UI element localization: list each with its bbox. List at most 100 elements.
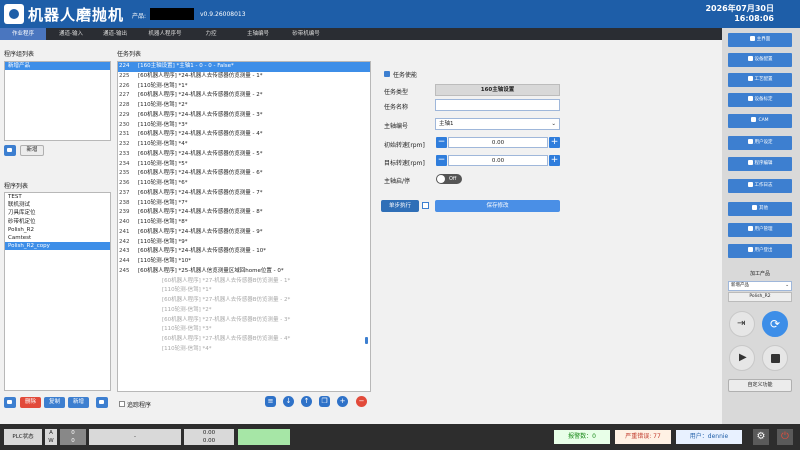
tab-job-program[interactable]: 作业程序 — [0, 28, 46, 40]
critical-error-badge[interactable]: 严重错误: 77 — [615, 430, 671, 444]
list-item[interactable]: TEST — [5, 193, 110, 201]
custom-function-button[interactable]: 自定义功能 — [728, 379, 792, 392]
gear-icon[interactable]: ⚙ — [753, 429, 769, 445]
task-number: 235 — [119, 170, 130, 177]
task-list-title: 任务列表 — [117, 51, 142, 58]
product-select[interactable]: 新增产品 ⌄ — [728, 281, 792, 291]
sidebar-item-home[interactable]: 主界面 — [728, 33, 792, 47]
sidebar-item-user-settings[interactable]: 用户设定 — [728, 136, 792, 150]
spindle-select[interactable]: 主轴1 ⌄ — [435, 118, 560, 130]
table-row[interactable]: 231 [60机器人程序] *24-机器人去传感器仿览测量 - 4* — [118, 130, 370, 140]
table-row[interactable]: 244 [110轮测-信驾] *10* — [118, 257, 370, 267]
table-row[interactable]: 234 [110轮测-信驾] *5* — [118, 160, 370, 170]
target-speed-decrement[interactable]: − — [436, 155, 447, 166]
initial-speed-increment[interactable]: + — [549, 137, 560, 148]
app-title: 机器人磨抛机 — [28, 6, 125, 24]
target-speed-input[interactable]: 0.00 — [448, 155, 548, 166]
new-program-button[interactable]: 新增 — [68, 397, 89, 408]
spindle-label: 主轴编号 — [384, 123, 409, 130]
list-item[interactable]: Polish_R2 — [5, 226, 110, 234]
tab-robot-program-no[interactable]: 机器人程序号 — [140, 28, 190, 40]
list-item[interactable]: 新增产品 — [5, 62, 110, 71]
table-row[interactable]: 229 [60机器人程序] *24-机器人去传感器仿览测量 - 3* — [118, 111, 370, 121]
product-program-label: Polish_R2 — [728, 292, 792, 302]
layers-icon[interactable]: ≡ — [265, 396, 276, 407]
initial-speed-decrement[interactable]: − — [436, 137, 447, 148]
target-speed-increment[interactable]: + — [549, 155, 560, 166]
table-row[interactable]: 227 [60机器人程序] *24-机器人去传感器仿览测量 - 2* — [118, 91, 370, 101]
task-list[interactable]: 224 [160主轴设置] *主轴1 - 0 - 0 - False* 225 [6… — [117, 61, 371, 392]
table-row[interactable]: 239 [60机器人程序] *24-机器人去传感器仿览测量 - 8* — [118, 208, 370, 218]
task-name-input[interactable] — [435, 99, 560, 111]
sidebar-item-cam[interactable]: CAM — [728, 114, 792, 128]
a-value: 0 — [60, 429, 86, 437]
sidebar-item-calibration[interactable]: 设备标定 — [728, 93, 792, 107]
table-row[interactable]: 236 [110轮测-信驾] *6* — [118, 179, 370, 189]
table-row[interactable]: 238 [110轮测-信驾] *7* — [118, 199, 370, 209]
sidebar-item-user-management[interactable]: 用户管理 — [728, 223, 792, 237]
trace-program-checkbox[interactable] — [119, 401, 125, 407]
table-row[interactable]: 230 [110轮测-信驾] *3* — [118, 121, 370, 131]
remove-icon[interactable]: − — [356, 396, 367, 407]
move-up-icon[interactable]: ↑ — [301, 396, 312, 407]
table-row[interactable]: 232 [110轮测-信驾] *4* — [118, 140, 370, 150]
table-row[interactable]: 224 [160主轴设置] *主轴1 - 0 - 0 - False* — [118, 62, 370, 72]
table-row[interactable]: 245 [60机器人程序] *25-机器人信览测量区域回home位置 - 0* — [118, 267, 370, 277]
play-icon[interactable]: ▶ — [729, 345, 755, 371]
sidebar-item-logout[interactable]: 用户登出 — [728, 244, 792, 258]
tab-channel-input[interactable]: 通道-输入 — [50, 28, 92, 40]
table-row[interactable]: 241 [60机器人程序] *24-机器人去传感器仿览测量 - 9* — [118, 228, 370, 238]
table-row[interactable]: 240 [110轮测-信驾] *8* — [118, 218, 370, 228]
table-row[interactable]: 233 [60机器人程序] *24-机器人去传感器仿览测量 - 5* — [118, 150, 370, 160]
spindle-toggle[interactable]: Off — [436, 174, 462, 184]
table-row[interactable]: 228 [110轮测-信驾] *2* — [118, 101, 370, 111]
product-name-redacted — [150, 8, 194, 20]
task-number: 236 — [119, 180, 130, 186]
task-text: [110轮测-信驾] *1* — [162, 287, 212, 294]
delete-button[interactable]: 删除 — [20, 397, 41, 408]
tag-icon[interactable] — [4, 397, 16, 408]
tab-force-control[interactable]: 力控 — [196, 28, 226, 40]
save-changes-button[interactable]: 保存修改 — [435, 200, 560, 212]
scrollbar-thumb[interactable] — [365, 337, 368, 344]
table-row-ghost: [60机器人程序] *27-机器人去传感器B仿览测量 - 1* — [118, 277, 370, 287]
tab-spindle-no[interactable]: 主轴编号 — [238, 28, 278, 40]
task-enable-checkbox[interactable] — [384, 71, 390, 77]
initial-speed-input[interactable]: 0.00 — [448, 137, 548, 148]
table-row[interactable]: 226 [110轮测-信驾] *1* — [118, 82, 370, 92]
copy-button[interactable]: 复制 — [44, 397, 65, 408]
tab-channel-output[interactable]: 通道-输出 — [94, 28, 136, 40]
list-item[interactable]: 联机测试 — [5, 201, 110, 209]
sidebar-item-process-config[interactable]: 工艺配置 — [728, 73, 792, 87]
list-item[interactable]: Polish_R2_copy — [5, 242, 110, 251]
list-item[interactable]: Camtest — [5, 234, 110, 242]
sidebar-item-program-edit[interactable]: 程序编辑 — [728, 157, 792, 171]
table-row[interactable]: 225 [60机器人程序] *24-机器人去传感器仿览测量 - 1* — [118, 72, 370, 82]
table-row[interactable]: 237 [60机器人程序] *24-机器人去传感器仿览测量 - 7* — [118, 189, 370, 199]
sidebar-item-other[interactable]: 其他 — [728, 202, 792, 216]
refresh-icon[interactable]: ⟳ — [762, 311, 788, 337]
sidebar-item-work-log[interactable]: 工作日志 — [728, 179, 792, 193]
stop-icon[interactable] — [762, 345, 788, 371]
robot-logo-icon — [4, 4, 24, 24]
tab-belt-machine-no[interactable]: 砂带机编号 — [284, 28, 328, 40]
login-icon[interactable]: ⇥ — [729, 311, 755, 337]
move-down-icon[interactable]: ↓ — [283, 396, 294, 407]
power-icon[interactable]: ⏻ — [777, 429, 793, 445]
list-item[interactable]: 刀具库定位 — [5, 209, 110, 217]
tag-icon[interactable] — [4, 145, 16, 156]
single-step-button[interactable]: 单步执行 — [381, 200, 419, 212]
list-item[interactable]: 砂带机定位 — [5, 218, 110, 226]
task-number: 228 — [119, 102, 130, 108]
table-row[interactable]: 235 [60机器人程序] *24-机器人去传感器仿览测量 - 6* — [118, 169, 370, 179]
single-step-checkbox[interactable] — [422, 202, 429, 209]
table-row[interactable]: 243 [60机器人程序] *24-机器人去传感器仿览测量 - 10* — [118, 247, 370, 257]
alarm-count-badge[interactable]: 报警数：0 — [554, 430, 610, 444]
program-group-title: 程序组列表 — [4, 51, 35, 58]
download-icon[interactable] — [96, 397, 108, 408]
new-group-button[interactable]: 新增 — [20, 145, 44, 156]
copy-icon[interactable]: ❐ — [319, 396, 330, 407]
table-row[interactable]: 242 [110轮测-信驾] *9* — [118, 238, 370, 248]
add-icon[interactable]: + — [337, 396, 348, 407]
sidebar-item-device-config[interactable]: 设备配置 — [728, 53, 792, 67]
